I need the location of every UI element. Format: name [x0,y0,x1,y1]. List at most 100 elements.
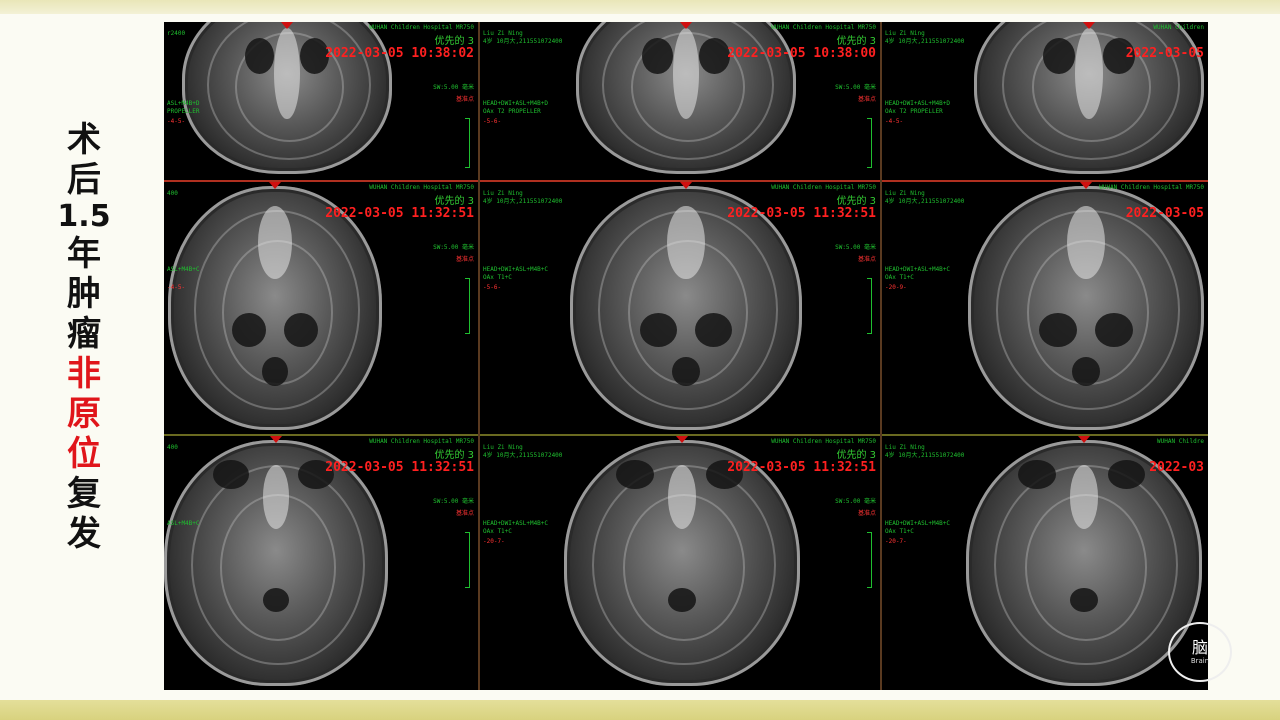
segment-label: -20-7- [483,538,505,545]
protocol-label: ASL+M4B+C [167,266,200,273]
dark-region [213,459,250,490]
bright-region [667,205,705,279]
title-char: 术 [67,120,101,160]
left-top-label: 400 [167,190,178,197]
reference-tag: 基准点 [455,510,474,517]
mri-cell: WUHAN Children Hospital MR750 2022-03-05 L… [882,182,1208,434]
column-separator [478,22,480,690]
scale-bar [867,118,872,168]
bright-region [257,205,293,279]
orientation-marker-icon [680,182,692,189]
reference-tag: 基准点 [857,96,876,103]
bright-region [1067,205,1105,279]
mri-cell: WUHAN Children Hospital MR750 2022-03-05 … [480,22,880,180]
protocol-label: HEAD+DWI+ASL+M4B+C [483,520,549,527]
protocol-label: ASL+M4B+D [167,100,200,107]
protocol-label: HEAD+DWI+ASL+M4B+C [885,266,951,273]
mri-cell: WUHAN Children Hospital MR750 2022-03-05 … [480,436,880,690]
mri-cell: WUHAN Children 2022-03-05 Liu Zi Ning 4岁 10… [882,22,1208,180]
left-top-label: Liu Zi Ning [885,30,925,37]
sequence-label: OAx T1+C [885,528,914,535]
series-label: 优先的 3 [836,36,876,47]
dark-region [245,37,275,74]
logo-text: 脑 [1191,638,1208,657]
top-decor-band [0,0,1280,14]
reference-tag: 基准点 [455,256,474,263]
hospital-label: WUHAN Children Hospital MR750 [369,438,474,445]
mri-scan-image [564,440,800,686]
scale-bar [867,532,872,588]
title-char-highlight: 非 [67,354,101,394]
dark-region [672,356,700,387]
title-char: 肿 [67,274,101,314]
dark-region [699,37,730,74]
title-char-highlight: 原 [67,394,101,434]
scale-bar [465,532,470,588]
hospital-label: WUHAN Children Hospital MR750 [369,184,474,191]
patient-info: 4岁 10月大,211551072400 [483,452,563,459]
bright-region [262,464,290,529]
left-top-label: Liu Zi Ning [885,190,925,197]
segment-label: -5-6- [483,118,502,125]
scan-datetime: 2022-03-05 11:32:51 [727,206,876,221]
title-char: 后 [67,160,101,200]
sequence-label: OAx T1+C [483,274,512,281]
slice-thickness: SW:5.00 毫米 [835,84,876,91]
reference-tag: 基准点 [857,256,876,263]
hospital-label: WUHAN Children Hospital MR750 [771,438,876,445]
orientation-marker-icon [676,436,688,443]
hospital-label: WUHAN Childre [1157,438,1204,445]
dark-region [1071,356,1101,387]
bright-region [274,28,300,120]
logo-subtext: Brain [1190,657,1210,665]
mri-scan-image [164,440,388,686]
orientation-marker-icon [281,22,293,29]
scan-datetime: 2022-03-05 10:38:02 [325,46,474,61]
scale-bar [867,278,872,334]
dark-region [1043,37,1076,74]
slide-title: 术 后 1.5 年 肿 瘤 非 原 位 复 发 [57,120,110,554]
scan-datetime: 2022-03-05 11:32:51 [727,460,876,475]
left-top-label: Liu Zi Ning [483,30,523,37]
patient-info: 4岁 10月大,211551072400 [885,198,965,205]
sequence-label: OAx T2 PROPELLER [483,108,541,115]
scan-datetime: 2022-03-05 [1125,46,1204,61]
dark-region [1069,587,1099,613]
orientation-marker-icon [680,22,692,29]
slice-thickness: SW:5.00 毫米 [835,498,876,505]
bright-region [672,28,700,120]
protocol-label: HEAD+DWI+ASL+M4B+C [885,520,951,527]
left-top-label: r2400 [167,30,186,37]
mri-cell: WUHAN Children Hospital MR750 2022-03-05 … [164,436,478,690]
dark-region [1038,312,1077,348]
dark-region [283,312,318,348]
bright-region [667,464,697,529]
protocol-label: ASL+M4B+C [167,520,200,527]
left-top-label: Liu Zi Ning [885,444,925,451]
orientation-marker-icon [1083,22,1095,29]
series-label: 优先的 3 [434,450,474,461]
sequence-label: PROPELLER [167,108,200,115]
series-label: 优先的 3 [836,450,876,461]
segment-label: -4-5- [167,284,186,291]
title-char: 复 [67,474,101,514]
segment-label: -5-6- [483,284,502,291]
title-char-highlight: 位 [67,434,101,474]
scan-datetime: 2022-03-05 [1125,206,1204,221]
mri-cell: WUHAN Children Hospital MR750 2022-03-05 … [480,182,880,434]
orientation-marker-icon [1078,436,1090,443]
scan-datetime: 2022-03-05 11:32:51 [325,460,474,475]
protocol-label: HEAD+DWI+ASL+M4B+D [885,100,951,107]
scan-datetime: 2022-03-05 11:32:51 [325,206,474,221]
mri-cell: WUHAN Children Hospital MR750 2022-03-05 … [164,22,478,180]
segment-label: -4-5- [885,118,904,125]
patient-info: 4岁 10月大,211551072400 [483,38,563,45]
hospital-label: WUHAN Children Hospital MR750 [369,24,474,31]
patient-info: 4岁 10月大,211551072400 [483,198,563,205]
dark-region [1095,312,1134,348]
sequence-label: OAx T2 PROPELLER [885,108,943,115]
dark-region [642,37,673,74]
mri-scan-image [968,186,1204,430]
scan-datetime: 2022-03 [1149,460,1204,475]
segment-label: -20-9- [885,284,907,291]
